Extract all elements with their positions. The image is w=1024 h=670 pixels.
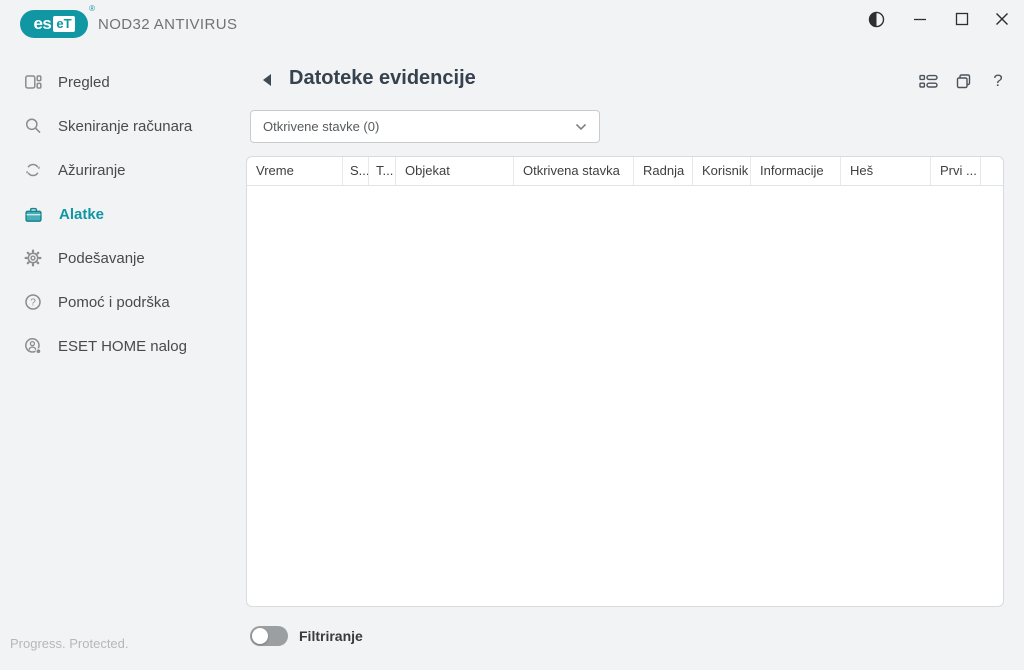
close-button[interactable] [987, 4, 1017, 34]
sidebar-item-podesavanje[interactable]: Podešavanje [14, 238, 230, 278]
toggle-knob [252, 628, 268, 644]
column-header-otkrivena-stavka[interactable]: Otkrivena stavka [514, 157, 634, 185]
back-button[interactable] [263, 74, 271, 86]
column-header-prvi[interactable]: Prvi ... [931, 157, 981, 185]
column-header-t[interactable]: T... [369, 157, 396, 185]
column-header-radnja[interactable]: Radnja [634, 157, 693, 185]
column-header-spacer [981, 157, 1003, 185]
filter-toggle[interactable] [250, 626, 288, 646]
sidebar-item-azuriranje[interactable]: Ažuriranje [14, 150, 230, 190]
contrast-icon [868, 11, 884, 27]
computer-scan-icon [25, 118, 41, 133]
copy-icon [956, 73, 970, 88]
registered-mark: ® [89, 4, 95, 13]
eset-logo: es eT ® [20, 4, 95, 38]
log-table: Vreme S... T... Objekat Otkrivena stavka Radn… [246, 156, 1004, 607]
status-text: Progress. Protected. [10, 636, 129, 651]
svg-text:?: ? [30, 298, 36, 309]
product-name: NOD32 ANTIVIRUS [98, 16, 238, 33]
sidebar-item-skeniranje[interactable]: Skeniranje računara [14, 106, 230, 146]
filter-toggle-label: Filtriranje [299, 628, 363, 644]
column-header-objekat[interactable]: Objekat [396, 157, 514, 185]
layout-options-button[interactable] [917, 70, 939, 92]
maximize-button[interactable] [947, 4, 977, 34]
account-icon [25, 338, 42, 355]
list-details-icon [918, 74, 938, 88]
column-header-he[interactable]: Heš [841, 157, 931, 185]
maximize-icon [955, 12, 969, 26]
column-header-informacije[interactable]: Informacije [751, 157, 841, 185]
sidebar-item-pomoc[interactable]: ? Pomoć i podrška [14, 282, 230, 322]
sidebar-item-alatke[interactable]: Alatke [14, 194, 230, 234]
table-header-row: Vreme S... T... Objekat Otkrivena stavka Radn… [247, 157, 1003, 186]
sidebar-item-eset-home[interactable]: ESET HOME nalog [14, 326, 230, 366]
question-icon: ? [993, 71, 1003, 90]
help-button[interactable]: ? [987, 70, 1009, 92]
minimize-button[interactable] [905, 4, 935, 34]
tools-icon [25, 207, 42, 222]
page-title: Datoteke evidencije [289, 67, 476, 89]
column-header-vreme[interactable]: Vreme [247, 157, 343, 185]
copy-button[interactable] [952, 70, 974, 92]
eset-logo-text: es [33, 14, 52, 33]
sidebar-item-pregled[interactable]: Pregled [14, 62, 230, 102]
minimize-icon [914, 18, 926, 21]
close-icon [996, 13, 1008, 25]
column-header-s[interactable]: S... [343, 157, 369, 185]
settings-icon [24, 249, 42, 267]
detected-items-dropdown[interactable]: Otkrivene stavke (0) [250, 110, 600, 143]
overview-icon [25, 75, 42, 89]
column-header-korisnik[interactable]: Korisnik [693, 157, 751, 185]
theme-toggle-button[interactable] [861, 4, 891, 34]
chevron-down-icon [575, 123, 587, 130]
dropdown-value: Otkrivene stavke (0) [263, 119, 380, 134]
help-icon: ? [25, 294, 41, 310]
window-root: es eT ® NOD32 ANTIVIRUS Pregled Skeniran… [0, 0, 1024, 670]
update-icon [26, 163, 40, 177]
